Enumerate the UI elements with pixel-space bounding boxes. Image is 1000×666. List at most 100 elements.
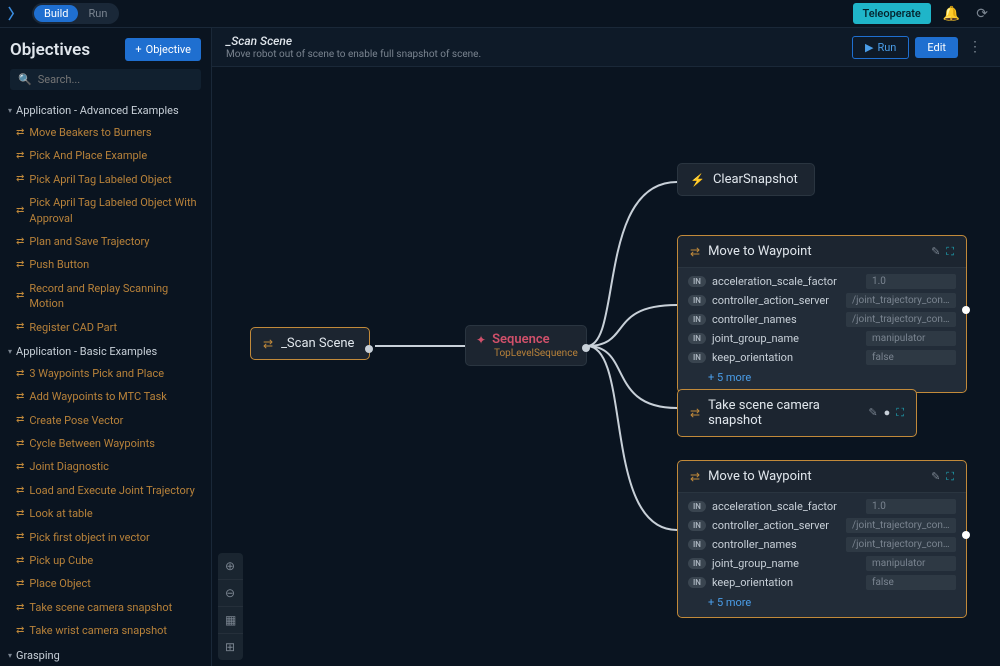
dot-icon[interactable]: ● (884, 406, 891, 420)
expand-icon[interactable]: ⛶ (946, 470, 954, 484)
search-icon: 🔍 (18, 73, 32, 86)
param-value[interactable]: /joint_trajectory_controller (846, 312, 956, 327)
expand-icon[interactable]: ⛶ (896, 406, 904, 420)
tree-icon: ⇄ (16, 601, 24, 615)
bell-icon[interactable]: 🔔 (939, 6, 964, 22)
tree-item[interactable]: ⇄Add Waypoints to MTC Task (0, 385, 211, 408)
tree-icon: ⇄ (690, 470, 700, 484)
tree-item[interactable]: ⇄Pick April Tag Labeled Object (0, 168, 211, 191)
tree-icon: ⇄ (263, 337, 273, 351)
param-value[interactable]: false (866, 575, 956, 590)
param-value[interactable]: /joint_trajectory_controller/fo (846, 293, 956, 308)
group-label: Application - Basic Examples (16, 345, 157, 358)
run-button[interactable]: ▶ Run (852, 36, 909, 59)
param-value[interactable]: manipulator (866, 331, 956, 346)
param-value[interactable]: false (866, 350, 956, 365)
tree-item[interactable]: ⇄Cycle Between Waypoints (0, 432, 211, 455)
tree-item[interactable]: ⇄Place Object (0, 572, 211, 595)
sidebar: Objectives + Objective 🔍 ▾Application - … (0, 28, 212, 666)
tree-group[interactable]: ▾ Application - Basic Examples (0, 339, 211, 362)
param-value[interactable]: 1.0 (866, 274, 956, 289)
tree-item[interactable]: ⇄Take wrist camera snapshot (0, 619, 211, 642)
node-title: ClearSnapshot (713, 172, 798, 187)
tree-icon: ⇄ (16, 289, 24, 303)
fit-icon[interactable]: ▦ (218, 607, 243, 634)
param-row: INcontroller_action_server/joint_traject… (678, 516, 966, 535)
tree-item[interactable]: ⇄3 Waypoints Pick and Place (0, 362, 211, 385)
chevron-down-icon: ▾ (8, 347, 12, 356)
tree-item[interactable]: ⇄Pick And Place Example (0, 144, 211, 167)
in-pill: IN (688, 314, 706, 325)
tab-build[interactable]: Build (34, 5, 78, 22)
node-take-snapshot[interactable]: ⇄ Take scene camera snapshot ✎ ● ⛶ (677, 389, 917, 437)
param-value[interactable]: 1.0 (866, 499, 956, 514)
tree-item[interactable]: ⇄Joint Diagnostic (0, 455, 211, 478)
edit-icon[interactable]: ✎ (868, 406, 877, 420)
expand-icon[interactable]: ⛶ (946, 245, 954, 259)
out-port[interactable] (962, 306, 970, 314)
item-label: Joint Diagnostic (29, 459, 109, 474)
more-link[interactable]: + 5 more (678, 367, 966, 384)
tree-item[interactable]: ⇄Pick up Cube (0, 549, 211, 572)
tree-item[interactable]: ⇄Pick first object in vector (0, 526, 211, 549)
tree-group[interactable]: ▾Grasping (0, 643, 211, 666)
out-port[interactable] (582, 344, 590, 352)
tree-item[interactable]: ⇄Move Beakers to Burners (0, 121, 211, 144)
node-subtitle: TopLevelSequence (494, 348, 578, 359)
more-link[interactable]: + 5 more (678, 592, 966, 609)
zoom-in-icon[interactable]: ⊕ (218, 553, 243, 580)
tree-item[interactable]: ⇄Create Pose Vector (0, 409, 211, 432)
item-label: Create Pose Vector (29, 413, 123, 428)
tree-group[interactable]: ▾Application - Advanced Examples (0, 98, 211, 121)
teleoperate-button[interactable]: Teleoperate (853, 3, 931, 24)
tree-icon: ⇄ (16, 624, 24, 638)
node-title: Sequence (492, 332, 550, 347)
tree-item[interactable]: ⇄Load and Execute Joint Trajectory (0, 479, 211, 502)
out-port[interactable] (365, 345, 373, 353)
tree-icon: ⇄ (16, 530, 24, 544)
objective-subtitle: Move robot out of scene to enable full s… (226, 49, 481, 60)
history-icon[interactable]: ⟳ (972, 6, 992, 22)
node-move-waypoint-1[interactable]: ⇄ Move to Waypoint ✎ ⛶ INacceleration_sc… (677, 235, 967, 393)
item-label: Cycle Between Waypoints (29, 436, 154, 451)
zoom-out-icon[interactable]: ⊖ (218, 580, 243, 607)
edit-icon[interactable]: ✎ (931, 245, 940, 259)
tree-item[interactable]: ⇄Push Button (0, 253, 211, 276)
node-sequence[interactable]: ✦ Sequence TopLevelSequence (465, 325, 587, 366)
param-value[interactable]: manipulator (866, 556, 956, 571)
item-label: Register CAD Part (29, 320, 117, 335)
tree-item[interactable]: ⇄Pick April Tag Labeled Object With Appr… (0, 191, 211, 230)
tree-icon: ⇄ (16, 554, 24, 568)
param-name: controller_names (712, 538, 840, 551)
search-input-wrap[interactable]: 🔍 (10, 69, 201, 90)
item-label: 3 Waypoints Pick and Place (29, 366, 164, 381)
node-scan-scene[interactable]: ⇄ _Scan Scene (250, 327, 370, 360)
node-canvas[interactable]: ⇄ _Scan Scene ✦ Sequence TopLevelSequenc… (212, 67, 1000, 666)
tree-item[interactable]: ⇄Record and Replay Scanning Motion (0, 277, 211, 316)
tree-item[interactable]: ⇄Take scene camera snapshot (0, 596, 211, 619)
param-name: joint_group_name (712, 332, 860, 345)
param-value[interactable]: /joint_trajectory_controller/fo (846, 518, 956, 533)
item-label: Pick April Tag Labeled Object (29, 172, 171, 187)
grid-icon[interactable]: ⊞ (218, 634, 243, 660)
edit-button[interactable]: Edit (915, 37, 958, 58)
tree-icon: ⇄ (16, 126, 24, 140)
node-move-waypoint-2[interactable]: ⇄ Move to Waypoint ✎ ⛶ INacceleration_sc… (677, 460, 967, 618)
tree-item[interactable]: ⇄Plan and Save Trajectory (0, 230, 211, 253)
in-pill: IN (688, 558, 706, 569)
add-objective-button[interactable]: + Objective (125, 38, 201, 61)
tree-item[interactable]: ⇄Look at table (0, 502, 211, 525)
tree-icon: ⇄ (16, 149, 24, 163)
node-clear-snapshot[interactable]: ⚡ ClearSnapshot (677, 163, 815, 196)
tab-run[interactable]: Run (78, 5, 117, 22)
tree-item[interactable]: ⇄Register CAD Part (0, 316, 211, 339)
edit-icon[interactable]: ✎ (931, 470, 940, 484)
param-value[interactable]: /joint_trajectory_controller (846, 537, 956, 552)
node-title: _Scan Scene (281, 336, 354, 351)
objective-title: _Scan Scene (226, 34, 481, 48)
out-port[interactable] (962, 531, 970, 539)
canvas-header: _Scan Scene Move robot out of scene to e… (212, 28, 1000, 67)
tree-icon: ⇄ (16, 484, 24, 498)
more-menu-icon[interactable]: ⋮ (964, 39, 986, 55)
search-input[interactable] (38, 73, 193, 86)
